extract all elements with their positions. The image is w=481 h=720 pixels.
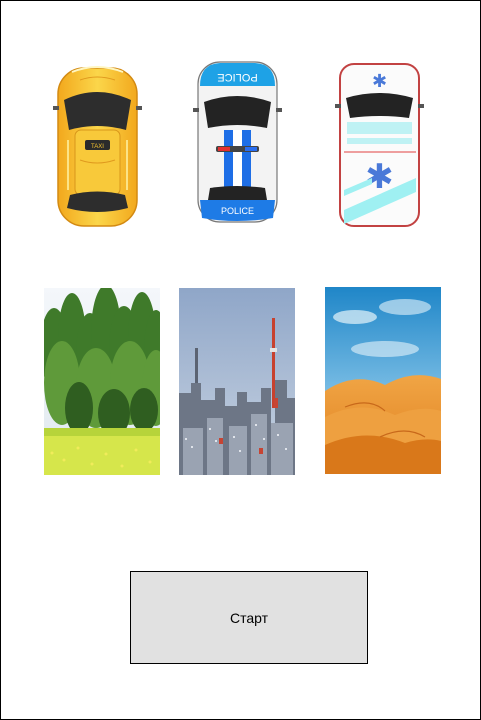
svg-text:TAXI: TAXI (91, 144, 104, 150)
city-scene-option[interactable] (179, 288, 295, 475)
police-car-option[interactable]: POLICE POLICE (190, 60, 285, 230)
svg-text:POLICE: POLICE (217, 71, 257, 83)
svg-text:✱: ✱ (372, 71, 387, 92)
taxi-car-option[interactable]: TAXI (50, 60, 145, 230)
police-car-icon: POLICE POLICE (193, 61, 282, 223)
desert-scene-option[interactable] (325, 287, 441, 474)
start-button[interactable]: Старт (130, 571, 368, 664)
ambulance-car-option[interactable]: ✱ ✱ (332, 60, 427, 230)
forest-scene-image (44, 288, 160, 475)
ambulance-car-icon: ✱ ✱ (335, 63, 424, 227)
svg-text:POLICE: POLICE (221, 206, 254, 216)
taxi-car-icon: TAXI (53, 66, 142, 227)
forest-scene-option[interactable] (44, 288, 160, 475)
city-scene-image (179, 288, 295, 475)
desert-scene-image (325, 287, 441, 474)
